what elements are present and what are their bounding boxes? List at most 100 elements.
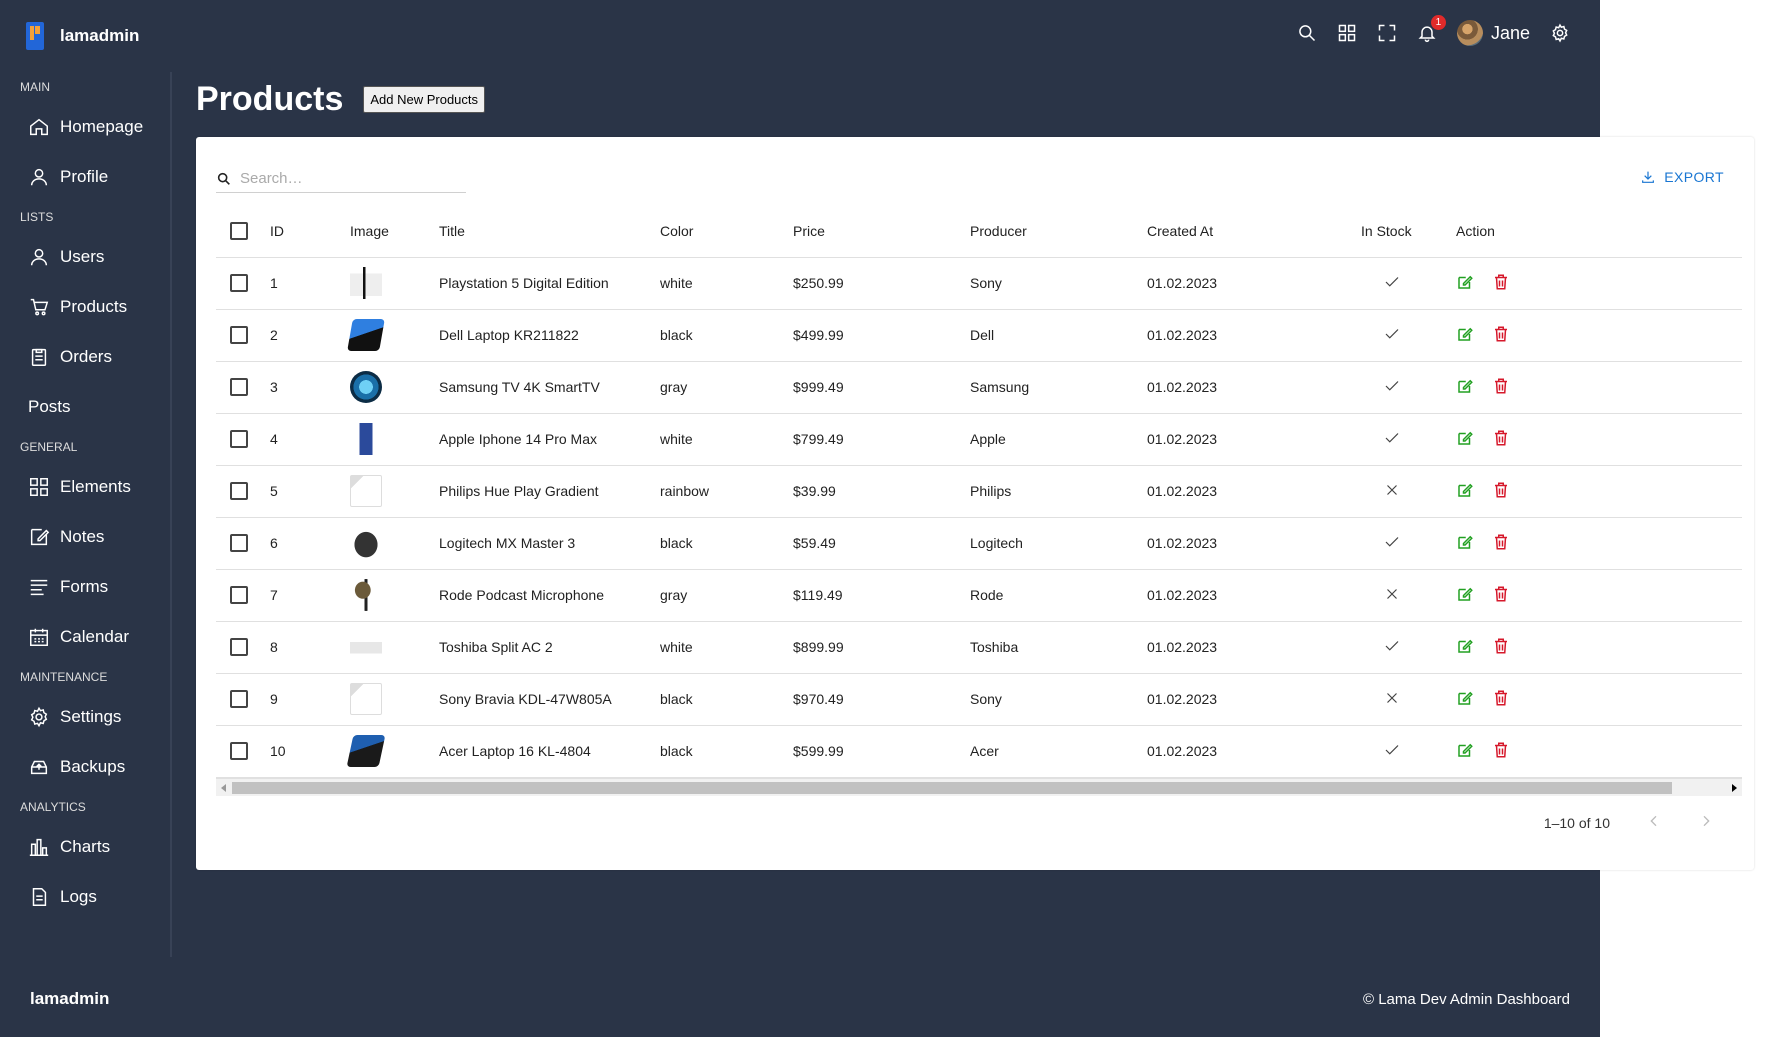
table-row[interactable]: 2 Dell Laptop KR211822 black $499.99 Dell 01.… bbox=[216, 309, 1742, 362]
delete-button[interactable] bbox=[1492, 533, 1510, 554]
delete-button[interactable] bbox=[1492, 429, 1510, 450]
edit-button[interactable] bbox=[1456, 533, 1474, 554]
gear-icon[interactable] bbox=[1550, 23, 1570, 43]
row-select-checkbox[interactable] bbox=[230, 378, 248, 397]
search-input[interactable] bbox=[240, 170, 440, 187]
delete-button[interactable] bbox=[1492, 585, 1510, 606]
column-header-in-stock[interactable]: In Stock bbox=[1361, 205, 1456, 258]
table-row[interactable]: 6 Logitech MX Master 3 black $59.49 Logitech… bbox=[216, 517, 1742, 570]
row-select-checkbox[interactable] bbox=[230, 586, 248, 605]
row-select-checkbox[interactable] bbox=[230, 430, 248, 449]
delete-button[interactable] bbox=[1492, 273, 1510, 294]
edit-button[interactable] bbox=[1456, 741, 1474, 762]
table-row[interactable]: 1 Playstation 5 Digital Edition white $250.… bbox=[216, 257, 1742, 310]
column-header-image[interactable]: Image bbox=[350, 205, 439, 258]
sidebar-item-charts[interactable]: Charts bbox=[20, 822, 170, 872]
delete-button[interactable] bbox=[1492, 325, 1510, 346]
column-header-price[interactable]: Price bbox=[793, 205, 970, 258]
scroll-left-arrow[interactable] bbox=[221, 784, 226, 792]
sidebar-item-profile[interactable]: Profile bbox=[20, 152, 170, 202]
edit-button[interactable] bbox=[1456, 429, 1474, 450]
sidebar-item-calendar[interactable]: Calendar bbox=[20, 612, 170, 662]
sidebar-item-products[interactable]: Products bbox=[20, 282, 170, 332]
add-new-products-button[interactable]: Add New Products bbox=[363, 86, 486, 113]
sidebar-item-label: Elements bbox=[60, 477, 131, 496]
column-header-action[interactable]: Action bbox=[1456, 205, 1742, 258]
row-select-checkbox[interactable] bbox=[230, 482, 248, 501]
cell-action bbox=[1456, 413, 1742, 466]
column-header-id[interactable]: ID bbox=[270, 205, 350, 258]
table-row[interactable]: 5 Philips Hue Play Gradient rainbow $39.99 P… bbox=[216, 465, 1742, 518]
edit-button[interactable] bbox=[1456, 377, 1474, 398]
next-page-button[interactable] bbox=[1698, 813, 1714, 832]
column-header-created-at[interactable]: Created At bbox=[1147, 205, 1361, 258]
backup-icon bbox=[30, 760, 48, 775]
table-row[interactable]: 3 Samsung TV 4K SmartTV gray $999.49 Samsung… bbox=[216, 361, 1742, 414]
column-header-title[interactable]: Title bbox=[439, 205, 660, 258]
sidebar-item-users[interactable]: Users bbox=[20, 232, 170, 282]
cell-in-stock bbox=[1361, 569, 1456, 622]
brand-logo[interactable]: lamadmin bbox=[26, 22, 139, 50]
user-menu[interactable]: Jane bbox=[1456, 20, 1530, 46]
delete-button[interactable] bbox=[1492, 377, 1510, 398]
row-actions bbox=[1456, 481, 1742, 502]
table-row[interactable]: 4 Apple Iphone 14 Pro Max white $799.49 Appl… bbox=[216, 413, 1742, 466]
cell-created-at: 01.02.2023 bbox=[1147, 673, 1361, 726]
delete-button[interactable] bbox=[1492, 637, 1510, 658]
sidebar-item-logs[interactable]: Logs bbox=[20, 872, 170, 922]
column-header-color[interactable]: Color bbox=[660, 205, 793, 258]
table-row[interactable]: 8 Toshiba Split AC 2 white $899.99 Toshiba 01… bbox=[216, 621, 1742, 674]
sidebar-item-settings[interactable]: Settings bbox=[20, 692, 170, 742]
edit-button[interactable] bbox=[1456, 325, 1474, 346]
cell-price: $899.99 bbox=[793, 621, 970, 674]
delete-button[interactable] bbox=[1492, 481, 1510, 502]
export-button[interactable]: EXPORT bbox=[1640, 169, 1724, 185]
table-row[interactable]: 7 Rode Podcast Microphone gray $119.49 Rode 0… bbox=[216, 569, 1742, 622]
menu-section-title: GENERAL bbox=[20, 440, 78, 454]
sidebar-item-label: Logs bbox=[60, 887, 97, 906]
column-header-producer[interactable]: Producer bbox=[970, 205, 1147, 258]
row-select-checkbox[interactable] bbox=[230, 638, 248, 657]
table-row[interactable]: 10 Acer Laptop 16 KL-4804 black $599.99 Acer… bbox=[216, 725, 1742, 778]
menu-section-analytics: ANALYTICS Charts Logs bbox=[20, 800, 170, 922]
sidebar-item-posts[interactable]: Posts bbox=[20, 382, 170, 432]
select-all-checkbox[interactable] bbox=[230, 221, 248, 240]
row-actions bbox=[1456, 741, 1742, 762]
edit-icon bbox=[1458, 639, 1473, 653]
check-icon bbox=[1385, 276, 1399, 287]
sidebar-item-forms[interactable]: Forms bbox=[20, 562, 170, 612]
delete-button[interactable] bbox=[1492, 741, 1510, 762]
trash-icon bbox=[1495, 690, 1507, 705]
sidebar-item-orders[interactable]: Orders bbox=[20, 332, 170, 382]
sidebar-item-homepage[interactable]: Homepage bbox=[20, 102, 170, 152]
sidebar-item-label: Calendar bbox=[60, 627, 129, 646]
cell-id: 2 bbox=[270, 309, 350, 362]
edit-button[interactable] bbox=[1456, 273, 1474, 294]
table-row[interactable]: 9 Sony Bravia KDL-47W805A black $970.49 Sony… bbox=[216, 673, 1742, 726]
cell-price: $599.99 bbox=[793, 725, 970, 778]
edit-button[interactable] bbox=[1456, 689, 1474, 710]
search-icon[interactable] bbox=[1297, 23, 1317, 43]
row-select-checkbox[interactable] bbox=[230, 326, 248, 345]
cell-title: Acer Laptop 16 KL-4804 bbox=[439, 725, 660, 778]
apps-icon[interactable] bbox=[1337, 23, 1357, 43]
cell-in-stock bbox=[1361, 621, 1456, 674]
horizontal-scrollbar[interactable] bbox=[216, 778, 1742, 796]
row-select-checkbox[interactable] bbox=[230, 742, 248, 761]
scroll-right-arrow[interactable] bbox=[1732, 784, 1737, 792]
previous-page-button[interactable] bbox=[1646, 813, 1662, 832]
sidebar-item-notes[interactable]: Notes bbox=[20, 512, 170, 562]
row-select-checkbox[interactable] bbox=[230, 690, 248, 709]
delete-button[interactable] bbox=[1492, 689, 1510, 710]
sidebar-item-backups[interactable]: Backups bbox=[20, 742, 170, 792]
edit-button[interactable] bbox=[1456, 637, 1474, 658]
notification-bell-icon[interactable]: 1 bbox=[1417, 15, 1446, 43]
row-select-checkbox[interactable] bbox=[230, 534, 248, 553]
cell-producer: Philips bbox=[970, 465, 1147, 518]
fullscreen-icon[interactable] bbox=[1377, 23, 1397, 43]
sidebar-item-elements[interactable]: Elements bbox=[20, 462, 170, 512]
edit-button[interactable] bbox=[1456, 585, 1474, 606]
row-select-checkbox[interactable] bbox=[230, 274, 248, 293]
edit-button[interactable] bbox=[1456, 481, 1474, 502]
scrollbar-thumb[interactable] bbox=[232, 782, 1672, 794]
